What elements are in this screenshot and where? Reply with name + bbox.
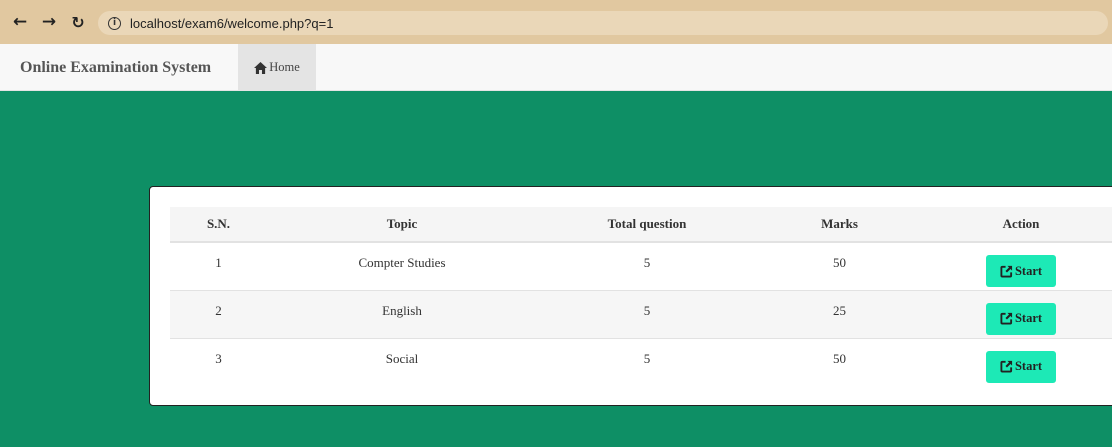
external-link-icon <box>1000 360 1013 373</box>
table-row: 3 Social 5 50 Start <box>170 337 1112 386</box>
browser-toolbar: ← → ↻ i localhost/exam6/welcome.php?q=1 <box>0 0 1112 44</box>
external-link-icon <box>1000 265 1013 278</box>
home-tab[interactable]: Home <box>238 44 316 91</box>
home-tab-label: Home <box>269 60 300 74</box>
header-marks: Marks <box>757 207 922 243</box>
quiz-panel: S.N. Topic Total question Marks Action 1… <box>149 186 1112 406</box>
header-topic: Topic <box>267 207 537 243</box>
cell-sn: 1 <box>215 255 222 270</box>
cell-sn: 3 <box>170 337 267 386</box>
cell-marks: 25 <box>757 289 922 338</box>
arrow-left-icon[interactable]: ← <box>8 10 32 34</box>
header-sn: S.N. <box>170 207 267 243</box>
cell-marks: 50 <box>757 337 922 386</box>
cell-total-question: 5 <box>643 255 651 270</box>
start-button-label: Start <box>1014 359 1043 373</box>
url-text[interactable]: localhost/exam6/welcome.php?q=1 <box>130 16 333 31</box>
quiz-table: S.N. Topic Total question Marks Action 1… <box>170 207 1112 386</box>
header-total-question: Total question <box>537 207 757 243</box>
cell-action: Start <box>922 337 1112 386</box>
cell-action: Start <box>922 289 1112 338</box>
start-button-label: Start <box>1014 311 1043 325</box>
cell-total-question: 5 <box>537 289 757 338</box>
header-action: Action <box>922 207 1112 243</box>
arrow-right-icon[interactable]: → <box>37 10 61 34</box>
cell-topic: Compter Studies <box>358 255 446 270</box>
reload-icon[interactable]: ↻ <box>66 10 90 34</box>
start-button[interactable]: Start <box>986 302 1056 335</box>
site-navbar: Online Examination System Home <box>0 44 1112 91</box>
start-button[interactable]: Start <box>986 255 1056 287</box>
home-icon <box>254 61 268 74</box>
start-button[interactable]: Start <box>986 350 1056 383</box>
brand-title[interactable]: Online Examination System <box>20 44 211 91</box>
cell-marks: 50 <box>833 255 846 270</box>
external-link-icon <box>1000 312 1013 325</box>
start-button-label: Start <box>1014 263 1043 278</box>
cell-action: Start <box>922 242 1112 290</box>
table-row: 1 Compter Studies 5 50 Start <box>170 242 1112 290</box>
table-header-row: S.N. Topic Total question Marks Action <box>170 207 1112 243</box>
info-icon[interactable]: i <box>108 16 121 30</box>
cell-topic: Social <box>267 337 537 386</box>
cell-total-question: 5 <box>537 337 757 386</box>
cell-topic: English <box>267 289 537 338</box>
table-row: 2 English 5 25 Start <box>170 289 1112 338</box>
address-bar[interactable]: i localhost/exam6/welcome.php?q=1 <box>98 11 1108 35</box>
cell-sn: 2 <box>170 289 267 338</box>
